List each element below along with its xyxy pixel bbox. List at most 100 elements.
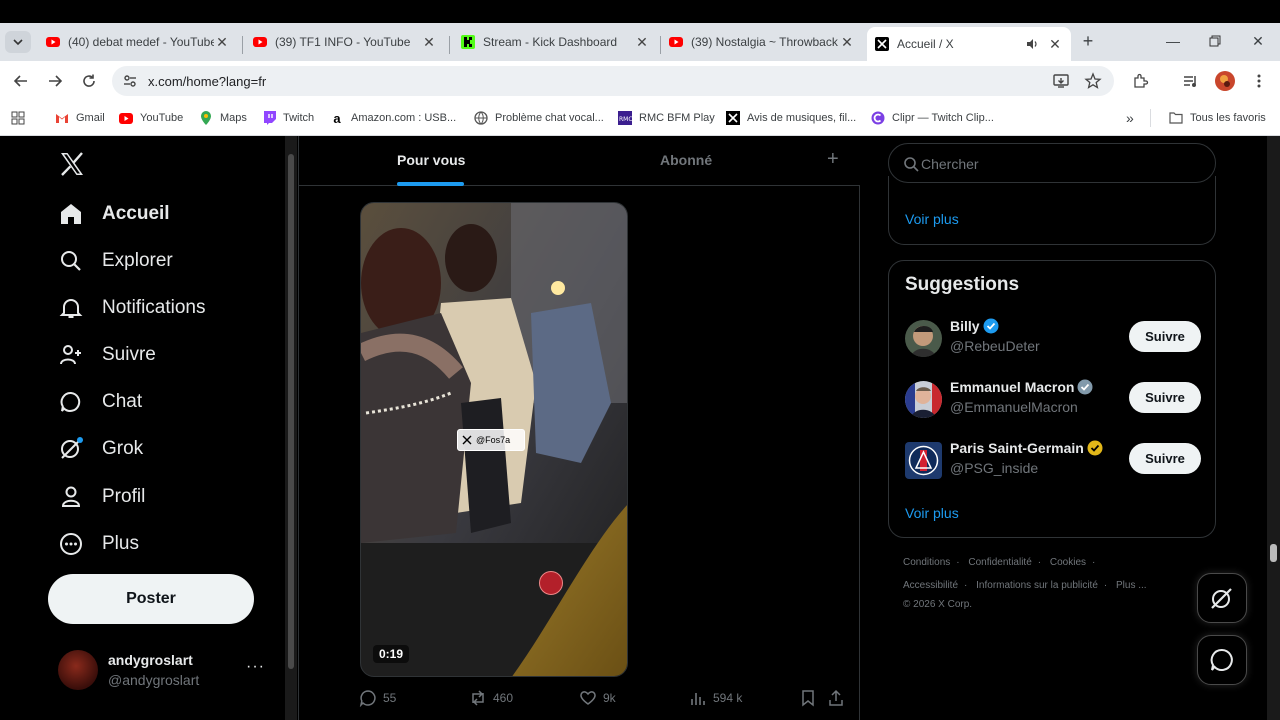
avatar (905, 381, 942, 418)
site-settings-icon[interactable] (122, 73, 138, 89)
suggestions-voir-plus-link[interactable]: Voir plus (905, 505, 959, 521)
tab-nostalgia[interactable]: (39) Nostalgia ~ Throwback ✕ (661, 27, 863, 57)
chat-icon (1210, 648, 1233, 671)
forward-button[interactable] (44, 70, 66, 92)
browser-menu-button[interactable] (1248, 70, 1270, 92)
tab-accueil-x[interactable]: Accueil / X ✕ (867, 27, 1071, 61)
nav-suivre[interactable]: Suivre (58, 337, 156, 373)
nav-grok[interactable]: Grok (58, 431, 143, 467)
tab-tf1-info[interactable]: (39) TF1 INFO - YouTube ✕ (245, 27, 445, 57)
close-tab-icon[interactable]: ✕ (421, 34, 437, 50)
follow-button[interactable]: Suivre (1129, 443, 1201, 474)
bookmark-youtube[interactable]: YouTube (119, 110, 183, 126)
all-bookmarks-folder[interactable]: Tous les favoris (1169, 110, 1266, 126)
tab-pour-vous[interactable]: Pour vous (397, 152, 465, 168)
extensions-button[interactable] (1130, 70, 1152, 92)
install-app-icon[interactable] (1052, 72, 1070, 90)
post-video[interactable]: @Fos7a 0:19 (360, 202, 628, 677)
restore-button[interactable] (1200, 30, 1230, 52)
views-button[interactable]: 594 k (689, 689, 742, 707)
bookmark-star-icon[interactable] (1084, 72, 1102, 90)
page-scrollbar[interactable] (1267, 136, 1280, 720)
tab-abonne[interactable]: Abonné (660, 152, 712, 168)
x-logo-icon[interactable] (58, 150, 86, 178)
back-button[interactable] (10, 70, 32, 92)
footer-link-accessibilite[interactable]: Accessibilité (903, 580, 958, 591)
footer-link-publicite[interactable]: Informations sur la publicité (976, 580, 1098, 591)
profile-avatar-button[interactable] (1214, 70, 1236, 92)
youtube-icon (119, 111, 133, 125)
kebab-menu-icon (1257, 74, 1261, 88)
bookmark-amazon[interactable]: a Amazon.com : USB... (330, 110, 456, 126)
nav-profil[interactable]: Profil (58, 479, 145, 515)
bookmark-twitch[interactable]: Twitch (262, 110, 314, 126)
search-input[interactable]: Chercher (888, 143, 1216, 183)
nav-label: Chat (102, 391, 143, 412)
minimize-button[interactable]: — (1158, 30, 1188, 52)
bookmark-clipr[interactable]: Clipr — Twitch Clip... (871, 110, 994, 126)
follow-button[interactable]: Suivre (1129, 382, 1201, 413)
close-window-button[interactable]: ✕ (1243, 30, 1273, 52)
clipr-icon (871, 111, 885, 125)
nav-notifications[interactable]: Notifications (58, 290, 206, 326)
footer-dot: · (1092, 557, 1096, 568)
post-button[interactable]: Poster (48, 574, 254, 624)
account-more-icon[interactable]: ··· (246, 658, 265, 676)
trends-voir-plus-link[interactable]: Voir plus (905, 211, 959, 227)
close-tab-icon[interactable]: ✕ (1047, 36, 1063, 52)
bookmark-button[interactable] (799, 689, 823, 707)
more-circle-icon (58, 531, 84, 557)
repost-button[interactable]: 460 (469, 689, 513, 707)
footer-link-cookies[interactable]: Cookies (1050, 557, 1086, 568)
tab-kick-dashboard[interactable]: Stream - Kick Dashboard ✕ (453, 27, 658, 57)
add-feed-button[interactable]: + (827, 148, 839, 171)
avatar (905, 320, 942, 357)
youtube-icon (253, 37, 267, 47)
suggestion-item[interactable]: Paris Saint-Germain @PSG_inside Suivre (905, 438, 1201, 482)
grok-fab-button[interactable] (1197, 573, 1247, 623)
bookmark-avis-musiques[interactable]: Avis de musiques, fil... (726, 110, 856, 126)
scrollbar-thumb[interactable] (288, 154, 294, 669)
apps-button[interactable] (11, 110, 25, 126)
like-button[interactable]: 9k (579, 689, 616, 707)
new-tab-button[interactable]: + (1078, 30, 1098, 52)
address-bar[interactable]: x.com/home?lang=fr (112, 66, 1114, 96)
nav-plus[interactable]: Plus (58, 526, 139, 562)
footer-links-2: Accessibilité · Informations sur la publi… (903, 580, 1153, 591)
more-bookmarks-button[interactable]: » (1126, 110, 1134, 126)
reply-button[interactable]: 55 (359, 689, 396, 707)
footer-link-conditions[interactable]: Conditions (903, 557, 950, 568)
nav-chat[interactable]: Chat (58, 384, 142, 420)
close-tab-icon[interactable]: ✕ (634, 34, 650, 50)
bookmark-rmc-bfm-play[interactable]: RMC RMC BFM Play (618, 110, 715, 126)
media-control-button[interactable] (1180, 70, 1202, 92)
footer-link-plus[interactable]: Plus ... (1116, 580, 1147, 591)
maps-icon (199, 111, 213, 125)
close-tab-icon[interactable]: ✕ (839, 34, 855, 50)
nav-explorer[interactable]: Explorer (58, 243, 173, 279)
chat-fab-button[interactable] (1197, 635, 1247, 685)
footer-link-confidentialite[interactable]: Confidentialité (968, 557, 1031, 568)
nav-accueil[interactable]: Accueil (58, 196, 170, 232)
close-tab-icon[interactable]: ✕ (214, 34, 230, 50)
verified-gold-icon (1087, 440, 1103, 456)
sidebar-scrollbar[interactable] (285, 136, 297, 720)
bookmark-probleme-chat-vocal[interactable]: Problème chat vocal... (474, 110, 604, 126)
x-icon (462, 435, 472, 445)
tab-title: Accueil / X (897, 37, 954, 51)
tab-search-button[interactable] (5, 31, 31, 53)
timeline-tabs: Pour vous Abonné + (299, 136, 860, 186)
x-icon (726, 111, 740, 125)
follow-button[interactable]: Suivre (1129, 321, 1201, 352)
bookmark-gmail[interactable]: Gmail (55, 110, 105, 126)
suggestion-item[interactable]: Emmanuel Macron @EmmanuelMacron Suivre (905, 377, 1201, 421)
suggestion-item[interactable]: Billy @RebeuDeter Suivre (905, 316, 1201, 360)
tab-debat-medef[interactable]: (40) debat medef - YouTube ✕ (38, 27, 238, 57)
account-switcher[interactable]: andygroslart @andygroslart ··· (58, 646, 278, 692)
bookmark-maps[interactable]: Maps (199, 110, 247, 126)
share-button[interactable] (827, 689, 851, 707)
chevron-down-icon (13, 39, 23, 46)
speaker-icon[interactable] (1025, 37, 1039, 51)
scrollbar-thumb[interactable] (1270, 544, 1277, 562)
reload-button[interactable] (78, 70, 100, 92)
